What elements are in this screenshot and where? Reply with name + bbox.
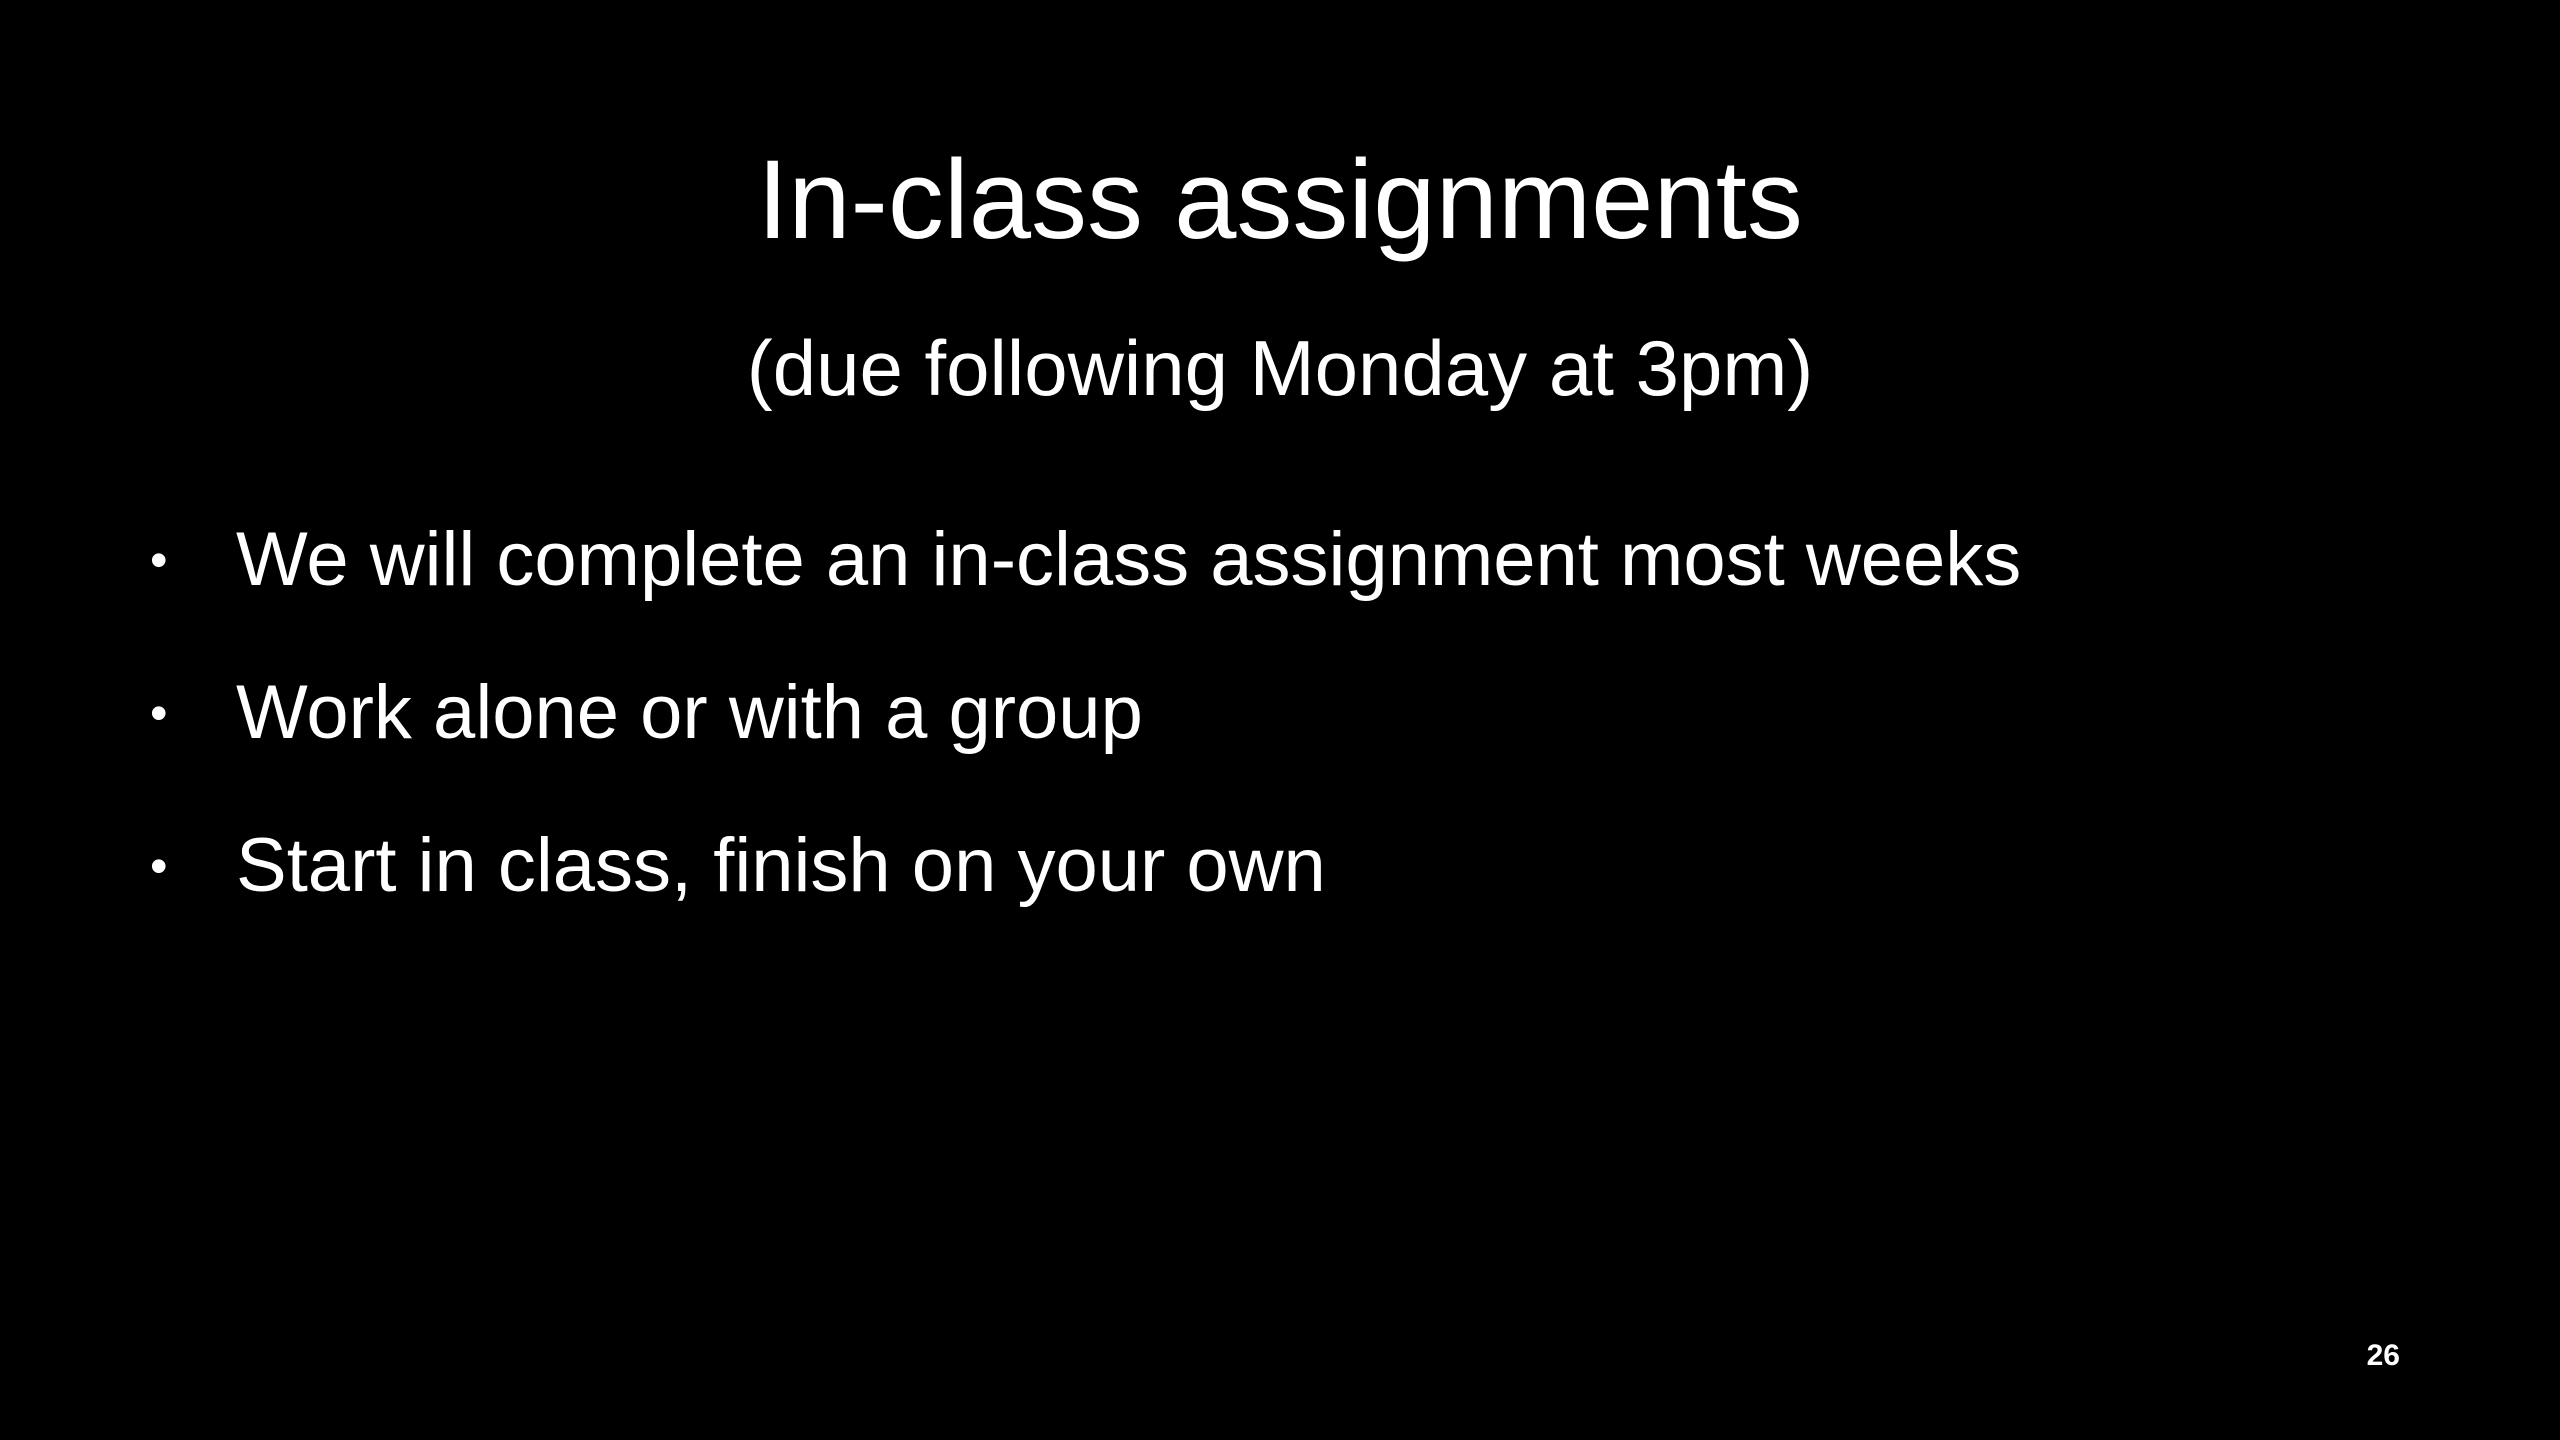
slide: In-class assignments (due following Mond… bbox=[0, 0, 2560, 1440]
bullet-text: Work alone or with a group bbox=[236, 670, 1143, 755]
page-number: 26 bbox=[2366, 1339, 2400, 1372]
slide-subtitle: (due following Monday at 3pm) bbox=[746, 324, 1814, 412]
slide-title: In-class assignments bbox=[757, 137, 1803, 262]
bullet-icon: • bbox=[150, 685, 168, 741]
bullet-item: • Start in class, finish on your own bbox=[150, 816, 2400, 969]
bullet-icon: • bbox=[150, 532, 168, 588]
bullet-item: • Work alone or with a group bbox=[150, 663, 2400, 816]
bullet-item: • We will complete an in-class assignmen… bbox=[150, 510, 2400, 663]
bullet-list: • We will complete an in-class assignmen… bbox=[150, 510, 2400, 969]
bullet-icon: • bbox=[150, 838, 168, 894]
bullet-text: Start in class, finish on your own bbox=[236, 823, 1326, 908]
bullet-text: We will complete an in-class assignment … bbox=[236, 517, 2022, 602]
